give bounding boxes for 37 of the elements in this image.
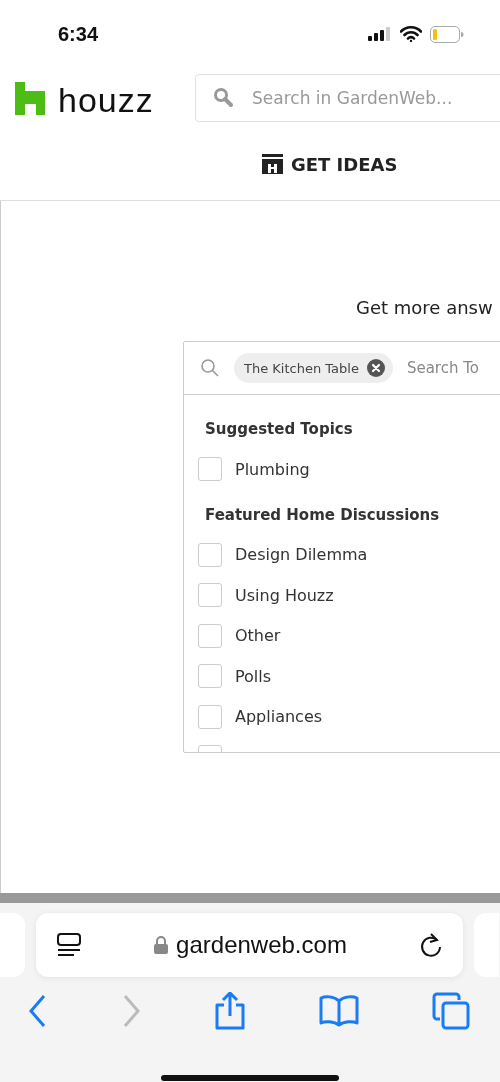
back-icon[interactable]: [28, 994, 48, 1028]
search-field[interactable]: Search in GardenWeb...: [195, 74, 500, 122]
checkbox[interactable]: [198, 664, 222, 689]
checkbox[interactable]: [198, 623, 222, 648]
get-ideas-link[interactable]: GET IDEAS: [262, 153, 398, 175]
book-icon[interactable]: [319, 995, 359, 1027]
battery-icon: [430, 25, 464, 43]
chip-label: The Kitchen Table: [244, 360, 359, 376]
topic-label[interactable]: Other: [235, 626, 281, 646]
checkbox[interactable]: [198, 542, 222, 567]
tabs-icon[interactable]: [432, 992, 470, 1030]
address-bar[interactable]: gardenweb.com: [36, 913, 463, 977]
topic-label[interactable]: Polls: [235, 666, 272, 686]
signal-icon: [368, 27, 392, 41]
checkbox[interactable]: [198, 704, 222, 729]
url-text: gardenweb.com: [176, 931, 347, 959]
topic-label[interactable]: Appliances: [235, 707, 323, 727]
topic-label[interactable]: Plumbing: [235, 459, 310, 479]
search-icon: [200, 358, 220, 378]
house-logo-icon: [15, 81, 45, 115]
share-icon[interactable]: [214, 992, 246, 1030]
status-time: 6:34: [58, 22, 99, 46]
lock-icon: [154, 936, 169, 954]
wifi-icon: [400, 26, 422, 42]
topic-label[interactable]: Using Houzz: [235, 585, 334, 605]
topic-search-field[interactable]: Search To: [406, 359, 483, 377]
panel-heading: Get more answ: [356, 297, 494, 318]
page-menu-icon[interactable]: [56, 932, 82, 958]
logo-text[interactable]: houzz: [58, 84, 154, 115]
group-title: Suggested Topics: [205, 419, 354, 440]
group-title: Featured Home Discussions: [205, 504, 441, 526]
checkbox[interactable]: [198, 457, 222, 482]
topic-label[interactable]: Design Dilemma: [235, 545, 368, 565]
remove-icon[interactable]: [366, 359, 385, 377]
house-card-icon: [262, 154, 283, 174]
checkbox[interactable]: [198, 583, 222, 608]
reload-icon[interactable]: [419, 932, 443, 958]
